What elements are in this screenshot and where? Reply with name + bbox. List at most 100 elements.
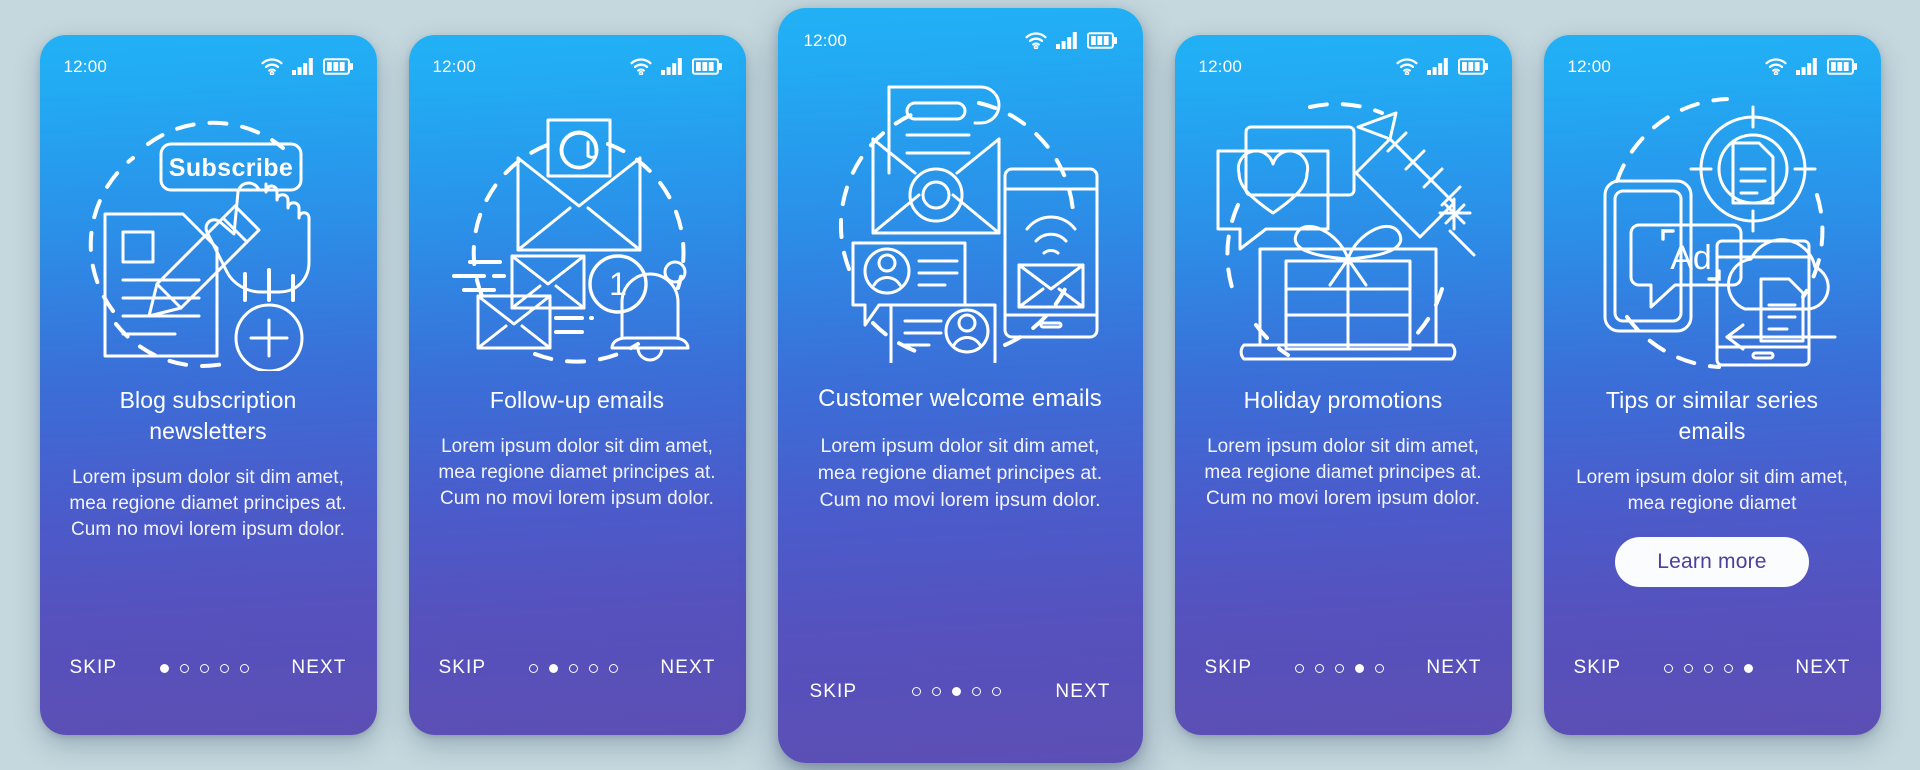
screen-description: Lorem ipsum dolor sit dim amet, mea regi… xyxy=(1204,436,1482,509)
pagination-dot-2[interactable] xyxy=(548,663,558,673)
subscribe-document-icon: Subscribe xyxy=(40,79,377,379)
status-time: 12:00 xyxy=(1567,56,1612,76)
svg-text:Ad: Ad xyxy=(1670,239,1712,277)
pagination-dot-5[interactable] xyxy=(608,663,618,673)
screen-text-block: Holiday promotions Lorem ipsum dolor sit… xyxy=(1175,379,1512,657)
signal-icon xyxy=(660,58,682,75)
svg-text:1: 1 xyxy=(609,266,627,302)
pagination-dot-2[interactable] xyxy=(1683,663,1693,673)
skip-button[interactable]: SKIP xyxy=(439,657,487,679)
screen-text-block: Blog subscription newsletters Lorem ipsu… xyxy=(40,379,377,657)
signal-icon xyxy=(1795,58,1817,75)
onboarding-screens-row: 12:00 Subscribe Blog subscription newsle… xyxy=(0,0,1920,770)
ad-target-cloud-icon: Ad xyxy=(1544,79,1881,379)
screen-title: Follow-up emails xyxy=(489,387,665,413)
status-time: 12:00 xyxy=(63,56,108,76)
signal-icon xyxy=(1055,32,1077,49)
battery-icon xyxy=(691,58,722,75)
skip-button[interactable]: SKIP xyxy=(70,657,118,679)
pagination-dot-1[interactable] xyxy=(911,687,921,696)
onboarding-screen-customer-welcome-emails: 12:00 Customer welcome emails Lorem ipsu… xyxy=(777,7,1143,763)
status-icons xyxy=(1024,32,1117,49)
svg-text:Subscribe: Subscribe xyxy=(169,154,293,182)
wifi-icon xyxy=(260,58,283,75)
screen-description: Lorem ipsum dolor sit dim amet, mea regi… xyxy=(438,436,716,509)
pagination-dot-5[interactable] xyxy=(991,687,1001,696)
battery-icon xyxy=(1457,58,1488,75)
screen-title: Holiday promotions xyxy=(1243,387,1443,413)
status-bar: 12:00 xyxy=(409,35,746,79)
onboarding-screen-blog-subscription-newsletters: 12:00 Subscribe Blog subscription newsle… xyxy=(39,35,377,735)
pagination-dot-4[interactable] xyxy=(588,663,598,673)
screen-description: Lorem ipsum dolor sit dim amet, mea regi… xyxy=(69,467,347,540)
pagination-dots xyxy=(1663,663,1753,673)
next-button[interactable]: NEXT xyxy=(291,657,346,679)
screen-description: Lorem ipsum dolor sit dim amet, mea regi… xyxy=(1576,467,1848,514)
pagination-dots xyxy=(528,663,618,673)
email-at-bell-icon: 1 xyxy=(409,79,746,379)
battery-icon xyxy=(322,58,353,75)
onboarding-nav: SKIP NEXT xyxy=(409,657,746,735)
pagination-dot-3[interactable] xyxy=(1334,663,1344,673)
pagination-dot-1[interactable] xyxy=(1294,663,1304,673)
pagination-dot-3[interactable] xyxy=(568,663,578,673)
pagination-dots xyxy=(159,663,249,673)
next-button[interactable]: NEXT xyxy=(1055,681,1110,703)
onboarding-screen-follow-up-emails: 12:00 1 Follow-up emails Lorem ipsum dol… xyxy=(408,35,746,735)
status-bar: 12:00 xyxy=(778,8,1143,52)
skip-button[interactable]: SKIP xyxy=(1205,657,1253,679)
pagination-dot-3[interactable] xyxy=(1703,663,1713,673)
welcome-letter-chat-phone-icon xyxy=(778,52,1143,377)
wifi-icon xyxy=(1395,58,1418,75)
pagination-dot-2[interactable] xyxy=(179,663,189,673)
pagination-dot-1[interactable] xyxy=(159,663,169,673)
pagination-dot-5[interactable] xyxy=(239,663,249,673)
skip-button[interactable]: SKIP xyxy=(810,681,858,703)
screen-text-block: Customer welcome emails Lorem ipsum dolo… xyxy=(778,377,1143,681)
status-bar: 12:00 xyxy=(1544,35,1881,79)
status-icons xyxy=(1764,58,1857,75)
pagination-dot-1[interactable] xyxy=(528,663,538,673)
pagination-dot-5[interactable] xyxy=(1743,663,1753,673)
battery-icon xyxy=(1086,32,1117,49)
status-icons xyxy=(1395,58,1488,75)
pagination-dot-2[interactable] xyxy=(931,687,941,696)
status-time: 12:00 xyxy=(432,56,477,76)
status-icons xyxy=(260,58,353,75)
onboarding-nav: SKIP NEXT xyxy=(40,657,377,735)
pagination-dot-4[interactable] xyxy=(971,687,981,696)
status-bar: 12:00 xyxy=(1175,35,1512,79)
pagination-dot-1[interactable] xyxy=(1663,663,1673,673)
wifi-icon xyxy=(1764,58,1787,75)
status-bar: 12:00 xyxy=(40,35,377,79)
pagination-dot-4[interactable] xyxy=(1354,663,1364,673)
next-button[interactable]: NEXT xyxy=(660,657,715,679)
onboarding-nav: SKIP NEXT xyxy=(1544,657,1881,735)
next-button[interactable]: NEXT xyxy=(1795,657,1850,679)
pagination-dot-3[interactable] xyxy=(199,663,209,673)
onboarding-nav: SKIP NEXT xyxy=(1175,657,1512,735)
pagination-dot-4[interactable] xyxy=(1723,663,1733,673)
status-icons xyxy=(629,58,722,75)
screen-text-block: Tips or similar series emails Lorem ipsu… xyxy=(1544,379,1881,657)
pagination-dot-3[interactable] xyxy=(951,687,961,696)
signal-icon xyxy=(1426,58,1448,75)
onboarding-screen-tips-or-similar-series-emails: 12:00 Ad Tips or similar series emails L… xyxy=(1543,35,1881,735)
status-time: 12:00 xyxy=(803,30,848,50)
pagination-dot-5[interactable] xyxy=(1374,663,1384,673)
learn-more-button[interactable]: Learn more xyxy=(1615,537,1809,587)
skip-button[interactable]: SKIP xyxy=(1574,657,1622,679)
pagination-dots xyxy=(1294,663,1384,673)
screen-title: Tips or similar series emails xyxy=(1605,387,1819,444)
onboarding-nav: SKIP NEXT xyxy=(778,681,1143,763)
gift-laptop-firework-icon xyxy=(1175,79,1512,379)
screen-text-block: Follow-up emails Lorem ipsum dolor sit d… xyxy=(409,379,746,657)
next-button[interactable]: NEXT xyxy=(1426,657,1481,679)
status-time: 12:00 xyxy=(1198,56,1243,76)
wifi-icon xyxy=(1024,32,1047,49)
pagination-dot-4[interactable] xyxy=(219,663,229,673)
onboarding-screen-holiday-promotions: 12:00 Holiday promotions Lorem ipsum dol… xyxy=(1174,35,1512,735)
pagination-dots xyxy=(911,687,1001,696)
screen-title: Customer welcome emails xyxy=(818,384,1102,412)
pagination-dot-2[interactable] xyxy=(1314,663,1324,673)
